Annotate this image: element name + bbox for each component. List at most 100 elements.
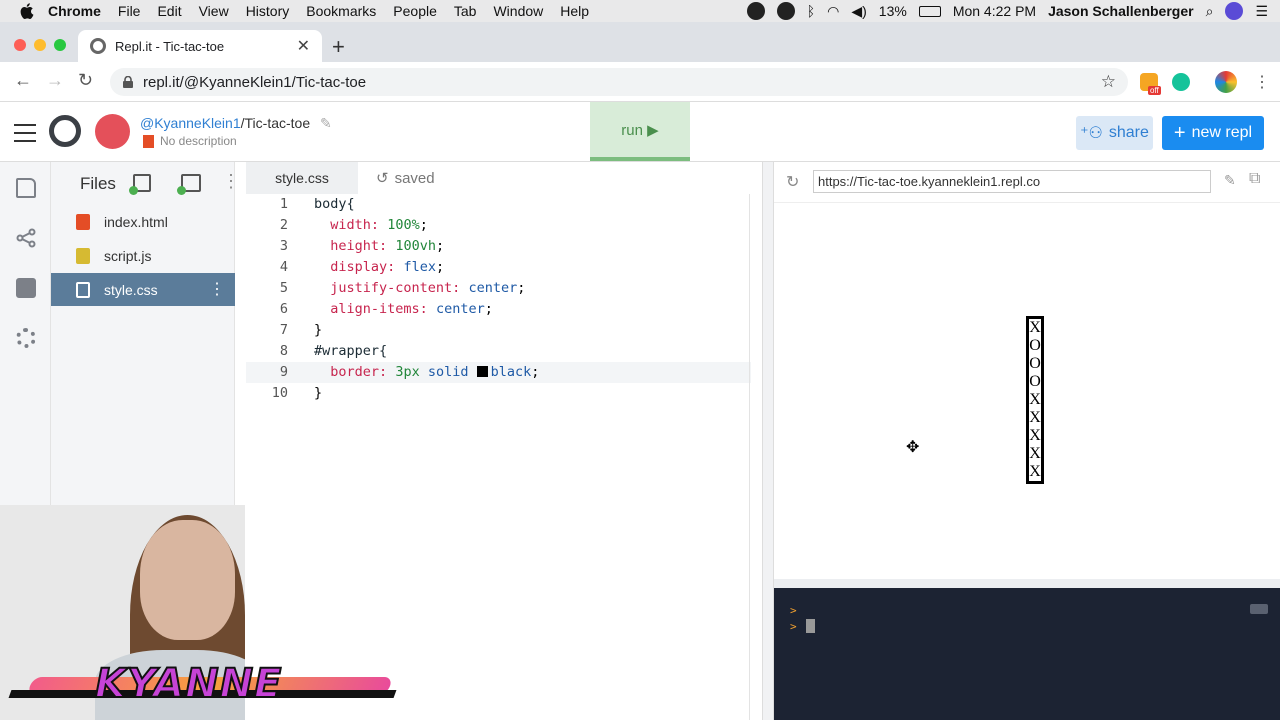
console[interactable]: > > — [774, 588, 1280, 720]
address-url: repl.it/@KyanneKlein1/Tic-tac-toe — [143, 73, 367, 91]
open-in-new-tab-icon[interactable]: ⧉ — [1249, 170, 1260, 188]
code-area[interactable]: 1 body{ 2 width: 100%; 3 height: 100vh; 4… — [246, 194, 751, 404]
menu-app-name[interactable]: Chrome — [48, 3, 101, 19]
clear-console-icon[interactable] — [1250, 604, 1268, 614]
share-button[interactable]: ⁺⚇ share — [1076, 116, 1153, 150]
menu-status-area: ᛒ ◠ ◀) 13% Mon 4:22 PM Jason Schallenber… — [746, 0, 1268, 22]
address-bar[interactable]: repl.it/@KyanneKlein1/Tic-tac-toe ☆ — [110, 68, 1128, 96]
html5-icon — [76, 213, 90, 230]
volume-icon[interactable]: ◀) — [851, 3, 866, 20]
console-resize-handle[interactable] — [774, 579, 1280, 588]
repl-description-text: No description — [160, 134, 237, 148]
new-repl-button[interactable]: + new repl — [1162, 116, 1264, 150]
settings-gear-icon[interactable] — [16, 328, 36, 348]
apple-icon[interactable] — [20, 3, 34, 19]
battery-icon[interactable] — [918, 5, 941, 17]
console-prompt: > — [790, 620, 797, 633]
edit-pencil-icon[interactable]: ✎ — [320, 115, 332, 131]
history-icon[interactable]: ↺ — [376, 169, 389, 187]
notification-center-icon[interactable]: ☰ — [1255, 3, 1268, 20]
forward-button[interactable]: → — [46, 70, 64, 91]
editor-tab-bar: style.css ↺ saved — [246, 162, 762, 194]
reload-button[interactable]: ↻ — [78, 70, 93, 91]
repl-description[interactable]: No description — [143, 134, 237, 148]
repl-owner-link[interactable]: @KyanneKlein1 — [140, 115, 241, 131]
preview-reload-icon[interactable]: ↻ — [786, 172, 799, 192]
line-text: justify-content: center; — [330, 280, 526, 296]
close-tab-icon[interactable]: ✕ — [297, 36, 310, 56]
board-cell[interactable]: X — [1029, 445, 1041, 463]
hamburger-menu-icon[interactable] — [14, 124, 36, 148]
presenter-face — [140, 520, 235, 640]
line-number: 4 — [279, 259, 288, 275]
menu-people[interactable]: People — [393, 3, 437, 19]
pane-splitter[interactable] — [762, 162, 774, 720]
close-window-button[interactable] — [14, 39, 26, 51]
board-cell[interactable]: X — [1029, 427, 1041, 445]
bookmark-star-icon[interactable]: ☆ — [1101, 72, 1116, 92]
board-cell[interactable]: X — [1029, 409, 1041, 427]
code-line: 4 display: flex; — [246, 257, 751, 278]
repl-header: @KyanneKlein1/Tic-tac-toe ✎ No descripti… — [0, 102, 1280, 162]
save-status: ↺ saved — [376, 169, 435, 188]
code-editor: style.css ↺ saved 1 body{ 2 width: 100%; … — [246, 162, 762, 720]
board-cell[interactable]: X — [1029, 391, 1041, 409]
zoom-window-button[interactable] — [54, 39, 66, 51]
chrome-menu-icon[interactable]: ⋮ — [1254, 72, 1270, 92]
board-cell[interactable]: X — [1029, 319, 1041, 337]
wifi-icon[interactable]: ◠ — [827, 3, 839, 20]
file-item-style-css[interactable]: style.css ⋮ — [51, 273, 235, 306]
board-cell[interactable]: O — [1029, 355, 1041, 373]
name-banner: KYANNE — [8, 655, 397, 715]
version-control-icon[interactable] — [16, 228, 36, 248]
profile-avatar-icon[interactable] — [1215, 71, 1237, 93]
editor-scrollbar[interactable] — [749, 194, 762, 720]
replit-logo-icon[interactable] — [49, 115, 81, 147]
files-menu-icon[interactable]: ⋮ — [222, 171, 240, 192]
user-name[interactable]: Jason Schallenberger — [1048, 3, 1194, 19]
board-cell[interactable]: O — [1029, 373, 1041, 391]
grammarly-icon[interactable] — [1172, 73, 1190, 91]
run-button[interactable]: run ▶ — [590, 102, 690, 161]
status-app-icon[interactable] — [746, 2, 765, 20]
board-cell[interactable]: X — [1029, 463, 1041, 481]
line-number: 7 — [279, 322, 288, 338]
preview-url-bar[interactable]: https://Tic-tac-toe.kyanneklein1.repl.co — [813, 170, 1211, 193]
files-icon[interactable] — [16, 178, 36, 198]
menu-bookmarks[interactable]: Bookmarks — [306, 3, 376, 19]
line-number: 6 — [279, 301, 288, 317]
file-item-script-js[interactable]: script.js — [51, 239, 235, 272]
user-avatar[interactable] — [95, 114, 130, 149]
tic-tac-toe-board: X O O O X X X X X — [1026, 316, 1044, 484]
line-text: body{ — [314, 196, 355, 212]
packages-icon[interactable] — [16, 278, 36, 298]
creative-cloud-icon[interactable] — [776, 2, 795, 20]
battery-percent[interactable]: 13% — [879, 3, 907, 19]
code-line-current: 9 border: 3px solid black; — [246, 362, 751, 383]
spotlight-search-icon[interactable]: ⌕ — [1206, 3, 1214, 20]
line-number: 8 — [279, 343, 288, 359]
menu-help[interactable]: Help — [560, 3, 589, 19]
file-name: style.css — [104, 281, 158, 298]
menu-view[interactable]: View — [199, 3, 229, 19]
siri-icon[interactable] — [1225, 2, 1244, 20]
clock[interactable]: Mon 4:22 PM — [953, 3, 1036, 19]
menu-history[interactable]: History — [246, 3, 290, 19]
file-options-icon[interactable]: ⋮ — [209, 281, 225, 297]
lock-icon[interactable] — [123, 76, 133, 88]
minimize-window-button[interactable] — [34, 39, 46, 51]
menu-edit[interactable]: Edit — [157, 3, 181, 19]
browser-tab[interactable]: Repl.it - Tic-tac-toe ✕ — [78, 30, 322, 62]
back-button[interactable]: ← — [14, 70, 32, 91]
new-tab-button[interactable]: + — [332, 34, 345, 60]
file-item-index-html[interactable]: index.html — [51, 205, 235, 238]
files-title: Files — [80, 174, 116, 193]
board-cell[interactable]: O — [1029, 337, 1041, 355]
bluetooth-icon[interactable]: ᛒ — [807, 3, 815, 19]
menu-window[interactable]: Window — [493, 3, 543, 19]
preview-frame[interactable]: X O O O X X X X X ✥ — [774, 202, 1280, 579]
menu-file[interactable]: File — [118, 3, 141, 19]
preview-edit-icon[interactable]: ✎ — [1224, 172, 1236, 189]
editor-tab-style-css[interactable]: style.css — [246, 162, 358, 194]
menu-tab[interactable]: Tab — [454, 3, 477, 19]
